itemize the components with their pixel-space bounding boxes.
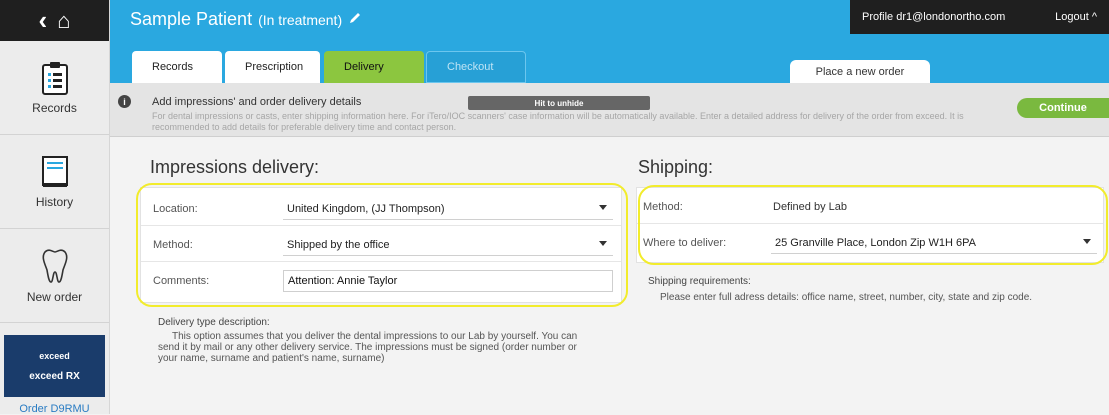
description-text: This option assumes that you deliver the… [158,331,578,364]
comments-input[interactable]: Attention: Annie Taylor [283,270,613,292]
profile-box: Profile dr1@londonortho.com Logout ^ [850,0,1109,34]
clipboard-icon [41,61,68,95]
unhide-tooltip[interactable]: Hit to unhide [468,96,650,110]
chevron-down-icon [599,205,607,210]
book-icon [41,155,68,187]
tab-records[interactable]: Records [132,51,222,83]
location-row: Location: United Kingdom, (JJ Thompson) [141,192,621,226]
tooth-icon [42,248,67,283]
shipping-form: Method: Defined by Lab Where to deliver:… [636,187,1104,263]
pencil-icon[interactable] [348,11,362,25]
exceed-logo: exceed exceed RX [4,335,105,397]
description-title: Delivery type description: [158,317,270,328]
where-row: Where to deliver: 25 Granville Place, Lo… [637,226,1103,260]
sidebar-item-new-order[interactable]: New order [0,229,109,323]
method-row: Method: Shipped by the office [141,228,621,262]
app-header: Sample Patient (In treatment) Profile dr… [110,0,1109,41]
comments-row: Comments: Attention: Annie Taylor [141,264,621,298]
exceed-label: exceed [39,350,70,361]
impressions-form: Location: United Kingdom, (JJ Thompson) … [140,187,622,303]
sidebar-item-label: New order [26,289,83,304]
method-label: Method: [153,238,193,251]
location-select[interactable]: United Kingdom, (JJ Thompson) [283,198,613,220]
back-icon[interactable]: ‹ [39,5,48,36]
shipping-requirements-text: Please enter full adress details: office… [660,292,1033,303]
location-label: Location: [153,202,198,215]
tab-delivery[interactable]: Delivery [324,51,424,83]
tab-checkout[interactable]: Checkout [426,51,526,83]
sidebar-item-label: Records [32,100,77,115]
comments-label: Comments: [153,275,210,287]
info-banner: i Add impressions' and order delivery de… [110,83,1109,137]
tab-prescription[interactable]: Prescription [225,51,320,83]
profile-link[interactable]: Profile dr1@londonortho.com [862,11,1005,23]
logout-button[interactable]: Logout ^ [1055,11,1097,23]
shipping-method-value: Defined by Lab [773,200,847,213]
shipping-method-row: Method: Defined by Lab [637,190,1103,224]
chevron-down-icon [1083,239,1091,244]
tabs-bar: Records Prescription Delivery Checkout P… [110,41,1109,84]
address-value: 25 Granville Place, London Zip W1H 6PA [775,236,976,249]
location-value: United Kingdom, (JJ Thompson) [287,202,445,215]
sidebar-item-history[interactable]: History [0,135,109,229]
sidebar-item-label: History [35,194,74,209]
home-icon[interactable]: ⌂ [57,8,70,34]
patient-title: Sample Patient (In treatment) [130,9,362,30]
method-select[interactable]: Shipped by the office [283,234,613,256]
info-icon: i [118,95,131,108]
sidebar-top-bar: ‹ ⌂ [0,0,109,41]
sidebar-item-records[interactable]: Records [0,41,109,135]
banner-text: For dental impressions or casts, enter s… [152,111,964,132]
where-label: Where to deliver: [643,237,727,249]
method-value: Shipped by the office [287,238,390,251]
continue-button[interactable]: Continue [1017,98,1109,118]
place-new-order-tab[interactable]: Place a new order [790,60,930,84]
patient-status: (In treatment) [258,12,343,28]
shipping-requirements-title: Shipping requirements: [648,276,751,287]
exceed-rx-label: exceed RX [29,370,80,382]
shipping-title: Shipping: [638,157,714,177]
main-content: Impressions delivery: Location: United K… [110,137,1109,414]
patient-name: Sample Patient [130,9,253,29]
chevron-down-icon [599,241,607,246]
address-select[interactable]: 25 Granville Place, London Zip W1H 6PA [771,232,1097,254]
banner-title: Add impressions' and order delivery deta… [152,96,362,108]
left-sidebar: ‹ ⌂ Records History New order exceed exc… [0,0,110,415]
order-link[interactable]: Order D9RMU [0,403,109,415]
shipping-method-label: Method: [643,200,683,213]
impressions-title: Impressions delivery: [150,157,320,177]
